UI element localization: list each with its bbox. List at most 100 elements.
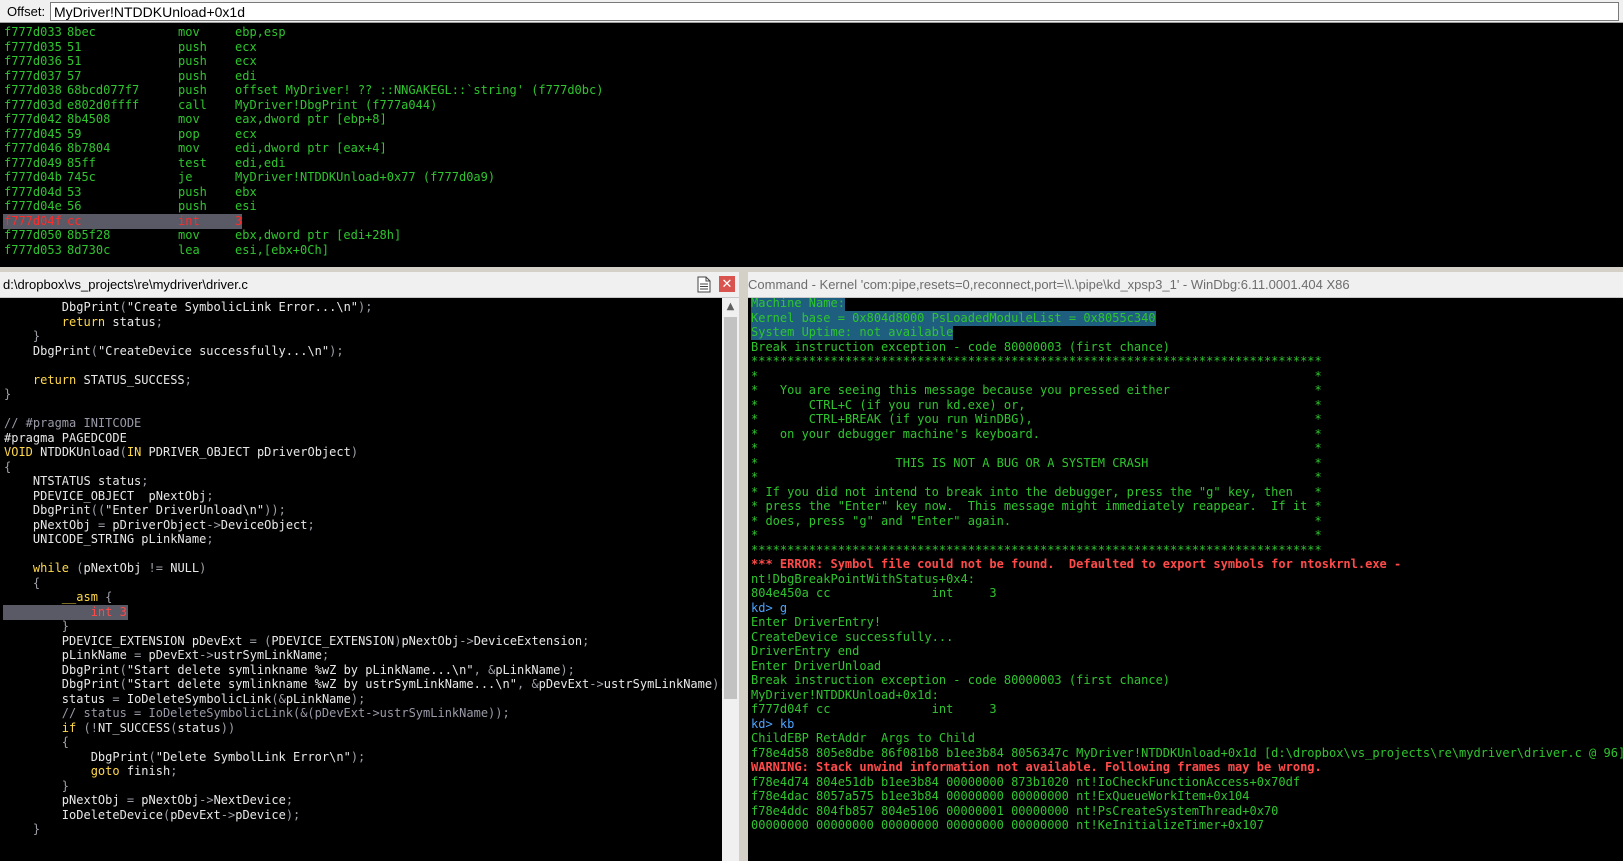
- source-line[interactable]: }: [4, 387, 11, 402]
- offset-input[interactable]: [50, 2, 1619, 21]
- scroll-up-arrow-icon[interactable]: ▲: [722, 298, 739, 315]
- source-line[interactable]: if (!NT_SUCCESS(status)): [4, 721, 235, 736]
- disasm-row[interactable]: f777d036 51 push ecx: [0, 54, 1623, 69]
- source-line[interactable]: // status = IoDeleteSymbolicLink(&(pDevE…: [4, 706, 510, 721]
- source-line[interactable]: PDEVICE_EXTENSION pDevExt = (PDEVICE_EXT…: [4, 633, 590, 649]
- source-line[interactable]: goto finish;: [4, 764, 178, 779]
- source-line[interactable]: DbgPrint("Start delete symlinkname %wZ b…: [4, 663, 575, 678]
- source-line[interactable]: DbgPrint("Create SymbolicLink Error...\n…: [4, 300, 373, 315]
- source-line-text: UNICODE_STRING pLinkName;: [32, 532, 214, 546]
- disasm-bytes: 56: [67, 199, 82, 213]
- source-line[interactable]: DbgPrint(("Enter DriverUnload\n"));: [4, 503, 286, 518]
- disasm-row[interactable]: f777d053 8d730c lea esi,[ebx+0Ch]: [0, 243, 1623, 258]
- disasm-ops: MyDriver!NTDDKUnload+0x77 (f777d0a9): [235, 170, 496, 184]
- disasm-ops: ebx: [235, 184, 257, 199]
- disasm-addr: f777d04f: [4, 213, 62, 228]
- disasm-mnem: mov: [178, 228, 200, 242]
- disasm-row[interactable]: f777d04d 53 push ebx: [0, 185, 1623, 200]
- disasm-addr: f777d033: [4, 25, 62, 39]
- close-icon[interactable]: ✕: [719, 276, 735, 292]
- source-line[interactable]: NTSTATUS status;: [4, 474, 149, 489]
- source-line-text: // status = IoDeleteSymbolicLink(&(pDevE…: [4, 706, 510, 720]
- source-line[interactable]: __asm {: [4, 590, 113, 605]
- command-output-line: * THIS IS NOT A BUG OR A SYSTEM CRASH *: [751, 455, 1322, 470]
- source-line[interactable]: status = IoDeleteSymbolicLink(&pLinkName…: [4, 691, 366, 707]
- command-output-line: * *: [751, 441, 1322, 455]
- command-output-pane[interactable]: Machine Name: Kernel base = 0x804d8000 Ps…: [748, 298, 1623, 861]
- source-line-text: VOID NTDDKUnload(IN PDRIVER_OBJECT pDriv…: [4, 445, 359, 459]
- source-line[interactable]: pNextObj = pDriverObject->DeviceObject;: [4, 518, 315, 533]
- command-output-line: System Uptime: not available: [751, 325, 954, 340]
- command-output-line: * CTRL+C (if you run kd.exe) or, *: [751, 397, 1322, 412]
- disasm-bytes: cc: [67, 213, 82, 228]
- source-code-pane[interactable]: DbgPrint("Create SymbolicLink Error...\n…: [0, 298, 722, 861]
- source-line[interactable]: }: [4, 329, 40, 344]
- disassembly-pane[interactable]: f777d033 8bec mov ebp,esp f777d035 51 push ecx f…: [0, 24, 1623, 267]
- source-line[interactable]: IoDeleteDevice(pDevExt->pDevice);: [4, 808, 300, 823]
- disasm-bytes: 51: [67, 54, 82, 68]
- command-output-line: f78e4dac 8057a575 b1ee3b84 00000000 0000…: [751, 789, 1250, 803]
- disasm-ops: edi: [235, 68, 257, 83]
- source-line[interactable]: UNICODE_STRING pLinkName;: [4, 532, 214, 547]
- command-output-line: 00000000 00000000 00000000 00000000 0000…: [751, 818, 1264, 832]
- source-line[interactable]: #pragma PAGEDCODE: [4, 431, 127, 446]
- disasm-addr: f777d035: [4, 39, 62, 54]
- disasm-mnem: push: [178, 83, 207, 97]
- source-line[interactable]: DbgPrint("Delete SymbolLink Error\n");: [4, 750, 366, 765]
- source-line-text: PDEVICE_EXTENSION pDevExt = (PDEVICE_EXT…: [61, 633, 590, 648]
- disasm-row[interactable]: f777d035 51 push ecx: [0, 40, 1623, 55]
- disasm-mnem: je: [178, 170, 193, 184]
- disasm-row[interactable]: f777d03d e802d0ffff call MyDriver!DbgPrint …: [0, 98, 1623, 113]
- source-line[interactable]: {: [4, 735, 69, 750]
- source-line[interactable]: DbgPrint("CreateDevice successfully...\n…: [4, 344, 344, 359]
- source-line[interactable]: DbgPrint("Start delete symlinkname %wZ b…: [4, 677, 722, 692]
- disasm-bytes: 57: [67, 68, 82, 83]
- disasm-row[interactable]: f777d050 8b5f28 mov ebx,dword ptr [edi+28h]: [0, 228, 1623, 243]
- disasm-row[interactable]: f777d046 8b7804 mov edi,dword ptr [eax+4]: [0, 141, 1623, 156]
- disasm-row[interactable]: f777d042 8b4508 mov eax,dword ptr [ebp+8]: [0, 112, 1623, 127]
- disasm-row[interactable]: f777d04e 56 push esi: [0, 199, 1623, 214]
- disasm-row[interactable]: f777d04b 745c je MyDriver!NTDDKUnload+0x77 …: [0, 170, 1623, 185]
- disasm-ops: edi,dword ptr [eax+4]: [235, 141, 387, 155]
- source-line-text: status = IoDeleteSymbolicLink(&pLinkName…: [61, 691, 366, 706]
- source-line-text: DbgPrint(("Enter DriverUnload\n"));: [32, 503, 286, 517]
- source-line[interactable]: PDEVICE_OBJECT pNextObj;: [4, 489, 214, 504]
- disasm-row[interactable]: f777d049 85ff test edi,edi: [0, 156, 1623, 171]
- disasm-addr: f777d03d: [4, 97, 62, 112]
- command-output-line: CreateDevice successfully...: [751, 629, 954, 644]
- scrollbar-thumb[interactable]: [724, 317, 737, 699]
- disasm-row[interactable]: f777d037 57 push edi: [0, 69, 1623, 84]
- disasm-mnem: test: [178, 155, 207, 170]
- disasm-bytes: 8b5f28: [67, 228, 111, 242]
- source-line[interactable]: return STATUS_SUCCESS;: [4, 373, 192, 388]
- source-line[interactable]: return status;: [4, 315, 163, 330]
- source-line[interactable]: }: [4, 779, 69, 794]
- source-line[interactable]: pNextObj = pNextObj->NextDevice;: [4, 793, 293, 808]
- disasm-addr: f777d050: [4, 228, 62, 242]
- source-line-text: IoDeleteDevice(pDevExt->pDevice);: [61, 807, 301, 822]
- disasm-row[interactable]: f777d038 68bcd077f7 push offset MyDriver! ?…: [0, 83, 1623, 98]
- source-line[interactable]: int 3: [3, 604, 128, 620]
- source-line[interactable]: }: [4, 619, 69, 634]
- source-line[interactable]: {: [4, 460, 11, 475]
- source-line[interactable]: while (pNextObj != NULL): [4, 561, 206, 576]
- disasm-ops: ecx: [235, 39, 257, 54]
- source-line[interactable]: }: [4, 822, 40, 837]
- source-line-text: }: [4, 387, 12, 401]
- command-output-line: * CTRL+BREAK (if you run WinDBG), *: [751, 412, 1322, 426]
- command-output-line: * If you did not intend to break into th…: [751, 484, 1322, 499]
- source-file-path: d:\dropbox\vs_projects\re\mydriver\drive…: [3, 277, 248, 292]
- disasm-row[interactable]: f777d033 8bec mov ebp,esp: [0, 25, 1623, 40]
- source-line[interactable]: VOID NTDDKUnload(IN PDRIVER_OBJECT pDriv…: [4, 445, 358, 460]
- source-line[interactable]: pLinkName = pDevExt->ustrSymLinkName;: [4, 648, 329, 663]
- source-line-text: DbgPrint("Create SymbolicLink Error...\n…: [61, 300, 373, 314]
- source-line[interactable]: {: [4, 576, 40, 591]
- source-scrollbar[interactable]: ▲: [722, 298, 739, 861]
- source-line-text: while (pNextObj != NULL): [32, 561, 207, 575]
- disasm-row[interactable]: f777d04f cc int 3: [0, 213, 1623, 229]
- source-line-text: pNextObj = pDriverObject->DeviceObject;: [32, 517, 315, 532]
- source-line[interactable]: // #pragma INITCODE: [4, 416, 141, 431]
- vertical-splitter[interactable]: [739, 272, 748, 861]
- disasm-row[interactable]: f777d045 59 pop ecx: [0, 127, 1623, 142]
- document-icon[interactable]: [697, 276, 711, 293]
